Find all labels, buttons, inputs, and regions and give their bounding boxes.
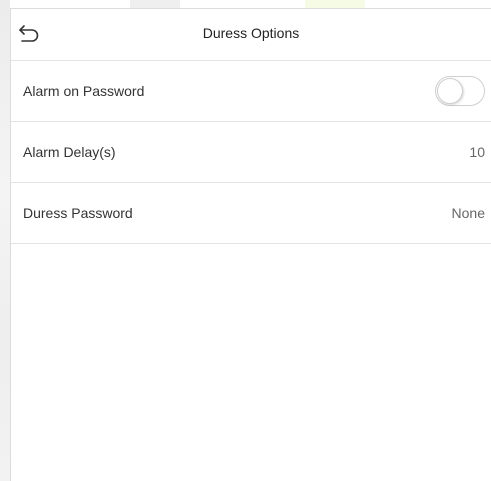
background-artifact <box>130 0 180 8</box>
setting-label: Alarm Delay(s) <box>23 144 116 160</box>
setting-label: Duress Password <box>23 205 133 221</box>
toggle-knob <box>437 78 463 104</box>
alarm-on-password-toggle[interactable] <box>435 76 485 106</box>
background-artifact <box>305 0 365 8</box>
background-strip <box>0 0 10 481</box>
setting-value: 10 <box>469 144 485 160</box>
header-bar: Duress Options <box>11 9 491 61</box>
setting-value: None <box>451 205 485 221</box>
duress-options-screen: Duress Options Alarm on Password Alarm D… <box>10 8 491 481</box>
page-title: Duress Options <box>202 25 300 41</box>
setting-row-alarm-delay[interactable]: Alarm Delay(s) 10 <box>11 122 491 183</box>
setting-row-alarm-on-password[interactable]: Alarm on Password <box>11 61 491 122</box>
setting-row-duress-password[interactable]: Duress Password None <box>11 183 491 244</box>
device-screen-page: Duress Options Alarm on Password Alarm D… <box>0 0 491 481</box>
setting-label: Alarm on Password <box>23 83 145 99</box>
